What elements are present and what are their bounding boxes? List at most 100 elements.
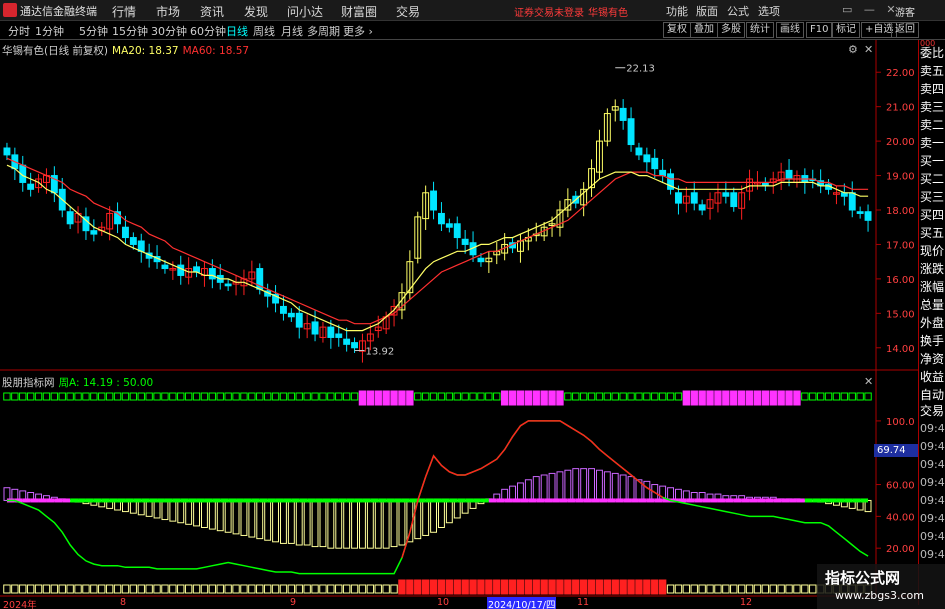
menu-formula[interactable]: 公式 [727, 3, 749, 19]
status-strip-top [129, 392, 138, 401]
status-strip-bottom [485, 579, 493, 595]
status-strip-top [421, 392, 430, 401]
low-price-label: 13.92 [366, 347, 395, 358]
status-strip-top [651, 392, 659, 401]
status-strip-top [350, 392, 359, 401]
f10-button[interactable]: F10 [806, 22, 833, 38]
date-label: 11 [577, 597, 590, 608]
status-strip-top [319, 392, 327, 401]
status-strip-top [698, 390, 706, 406]
menu-function[interactable]: 功能 [666, 3, 688, 19]
status-strip-top [658, 392, 667, 401]
status-strip-top [666, 392, 675, 401]
status-strip-top [730, 390, 738, 406]
indicator-tick-label: 40.00 [886, 512, 915, 523]
trade-login-status[interactable]: 证券交易未登录 [514, 4, 584, 19]
candle-body [730, 192, 738, 208]
status-strip-bottom [161, 584, 169, 594]
status-strip-bottom [801, 584, 809, 594]
status-strip-top [311, 392, 319, 401]
indicator-column [335, 499, 343, 549]
guest-user[interactable]: 游客 [895, 4, 915, 19]
status-strip-bottom [50, 584, 59, 594]
side-tab-auto[interactable]: 自动 [920, 388, 945, 402]
status-strip-bottom [508, 579, 517, 595]
watermark: 指标公式网 www.zbgs3.com [817, 564, 945, 609]
tab-30min[interactable]: 30分钟 [151, 23, 187, 39]
menu-xiaoda[interactable]: 问小达 [287, 3, 323, 20]
status-strip-bottom [745, 584, 754, 594]
status-strip-top [327, 392, 335, 401]
tab-multi-period[interactable]: 多周期 [307, 23, 340, 39]
status-strip-bottom [26, 584, 35, 594]
adjust-button[interactable]: 复权 [663, 22, 691, 38]
tab-15min[interactable]: 15分钟 [112, 23, 148, 39]
indicator-column [382, 499, 390, 549]
side-label: 涨跌 [920, 262, 945, 276]
side-label: 卖三 [920, 100, 945, 114]
status-strip-bottom [98, 584, 106, 594]
high-price-label: 22.13 [626, 64, 655, 75]
tab-60min[interactable]: 60分钟 [190, 23, 226, 39]
status-strip-bottom [192, 584, 201, 594]
tab-daily[interactable]: 日线 [226, 23, 248, 39]
menu-discover[interactable]: 发现 [244, 3, 268, 20]
app-logo-icon [3, 3, 17, 17]
menu-news[interactable]: 资讯 [200, 3, 224, 20]
candle-body [453, 223, 461, 239]
status-strip-bottom [706, 584, 714, 594]
status-strip-bottom [366, 584, 375, 594]
watermark-title: 指标公式网 [825, 569, 901, 587]
overlay-button[interactable]: 叠加 [690, 22, 718, 38]
status-strip-top [769, 390, 777, 406]
status-strip-top [98, 392, 106, 401]
status-strip-bottom [540, 579, 548, 595]
tab-more[interactable]: 更多 › [343, 23, 373, 39]
status-strip-top [90, 392, 98, 401]
menu-fortune[interactable]: 财富圈 [341, 3, 377, 20]
status-strip-top [184, 392, 193, 401]
tab-intraday[interactable]: 分时 [8, 23, 30, 39]
indicator-close-icon[interactable]: ✕ [864, 375, 873, 388]
indicator-column [596, 469, 603, 501]
settings-gear-icon[interactable]: ⚙ [848, 43, 858, 56]
menu-options[interactable]: 选项 [758, 3, 780, 19]
tab-monthly[interactable]: 月线 [281, 23, 303, 39]
status-strip-top [398, 390, 406, 406]
status-strip-top [737, 390, 746, 406]
statistics-button[interactable]: 统计 [746, 22, 774, 38]
price-tick-label: 17.00 [886, 240, 915, 251]
multi-stock-button[interactable]: 多股 [717, 22, 745, 38]
kline-chart[interactable]: 22.00 21.00 20.00 19.00 18.00 17.00 16.00 15.00… [0, 40, 945, 609]
status-strip-bottom [500, 579, 509, 595]
indicator-column [611, 472, 619, 501]
tab-weekly[interactable]: 周线 [253, 23, 275, 39]
menu-trade[interactable]: 交易 [396, 3, 420, 20]
status-strip-bottom [722, 584, 730, 594]
window-controls-icon[interactable]: ▭ — ✕ [842, 3, 900, 16]
close-icon[interactable]: ✕ [864, 43, 873, 56]
status-strip-bottom [730, 584, 738, 594]
indicator-column [193, 499, 201, 527]
status-strip-top [279, 392, 288, 401]
draw-line-button[interactable]: 画线 [776, 22, 804, 38]
status-strip-bottom [287, 584, 296, 594]
status-strip-top [524, 390, 533, 406]
status-strip-bottom [279, 584, 288, 594]
side-label: 卖一 [920, 136, 945, 150]
menu-market[interactable]: 市场 [156, 3, 180, 20]
tab-1min[interactable]: 1分钟 [35, 23, 64, 39]
tab-5min[interactable]: 5分钟 [79, 23, 108, 39]
side-tab-trade[interactable]: 交易 [920, 404, 945, 418]
status-strip-bottom [208, 584, 217, 594]
status-strip-bottom [129, 584, 138, 594]
status-strip-bottom [303, 584, 311, 594]
side-label: 买一 [920, 154, 945, 168]
menu-quotes[interactable]: 行情 [112, 3, 136, 20]
back-button[interactable]: 返回 [891, 22, 919, 38]
candle-body [66, 211, 74, 225]
menu-layout[interactable]: 版面 [696, 3, 718, 19]
status-strip-top [208, 392, 217, 401]
price-tick-label: 14.00 [886, 344, 915, 355]
mark-button[interactable]: 标记 [832, 22, 860, 38]
